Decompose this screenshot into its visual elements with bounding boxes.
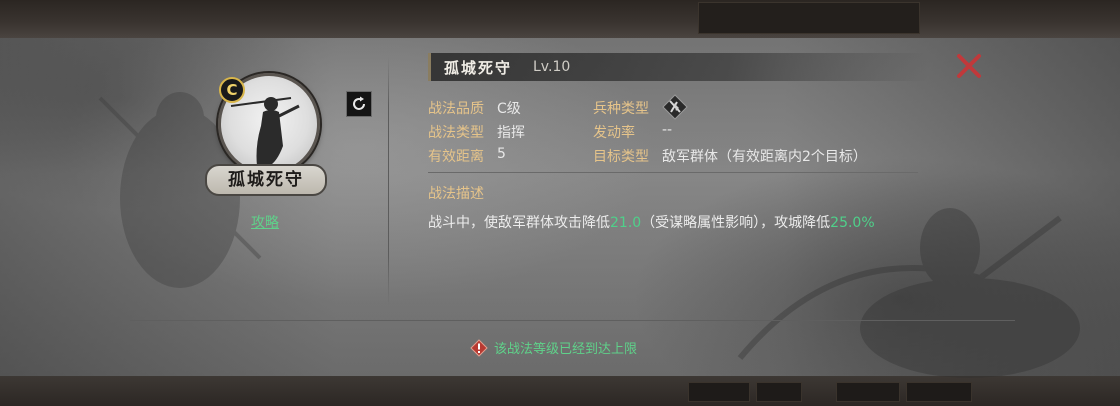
skill-title: 孤城死守 [444,59,513,77]
max-level-notice: 该战法等级已经到达上限 [470,338,637,357]
description-text: 战斗中，使敌军群体攻击降低21.0（受谋略属性影响），攻城降低25.0% [428,212,875,232]
trigger-rate-label: 发动率 [593,125,635,141]
background-rider-art [737,208,1080,378]
trigger-rate-value: -- [662,122,673,138]
column-divider [388,56,389,306]
description-part2: （受谋略属性影响），攻城降低 [641,215,831,231]
background-button [688,382,750,402]
refresh-button[interactable] [346,91,372,117]
target-type-value: 敌军群体（有效距离内2个目标） [662,149,867,165]
background-button [906,382,972,402]
quality-label: 战法品质 [428,101,484,117]
troop-type-label: 兵种类型 [593,101,649,117]
range-label: 有效距离 [428,149,484,165]
close-icon [957,54,981,78]
background-bottom-bar [0,376,1120,406]
target-type-label: 目标类型 [593,149,649,165]
warning-icon [470,338,488,357]
skill-type-label: 战法类型 [428,125,484,141]
refresh-icon [353,96,365,110]
warning-text: 该战法等级已经到达上限 [494,342,638,357]
close-button[interactable] [955,52,983,80]
range-value: 5 [497,146,506,162]
description-heading: 战法描述 [428,186,484,202]
description-part1: 战斗中，使敌军群体攻击降低 [428,215,610,231]
background-button [756,382,802,402]
attributes-divider [428,172,918,173]
skill-type-value: 指挥 [497,125,525,141]
background-top-bar [0,0,1120,38]
quality-value: C级 [497,101,521,117]
background-tab-strip [698,2,920,34]
troop-type-icon [662,94,688,120]
skill-title-bar: 孤城死守 Lv.10 [428,53,928,81]
skill-detail-panel: C 孤城死守 攻略 孤城死守 Lv.10 战法品质 C级 兵种类型 战法类型 指… [0,38,1120,378]
background-button [836,382,900,402]
siege-reduction-value: 25.0% [830,215,875,231]
strategy-link[interactable]: 攻略 [251,212,279,232]
skill-name-plate: 孤城死守 [205,164,327,196]
bottom-divider [130,320,1015,321]
attack-reduction-value: 21.0 [610,215,642,231]
skill-level: Lv.10 [533,59,571,75]
skill-grade-badge: C [219,77,245,103]
